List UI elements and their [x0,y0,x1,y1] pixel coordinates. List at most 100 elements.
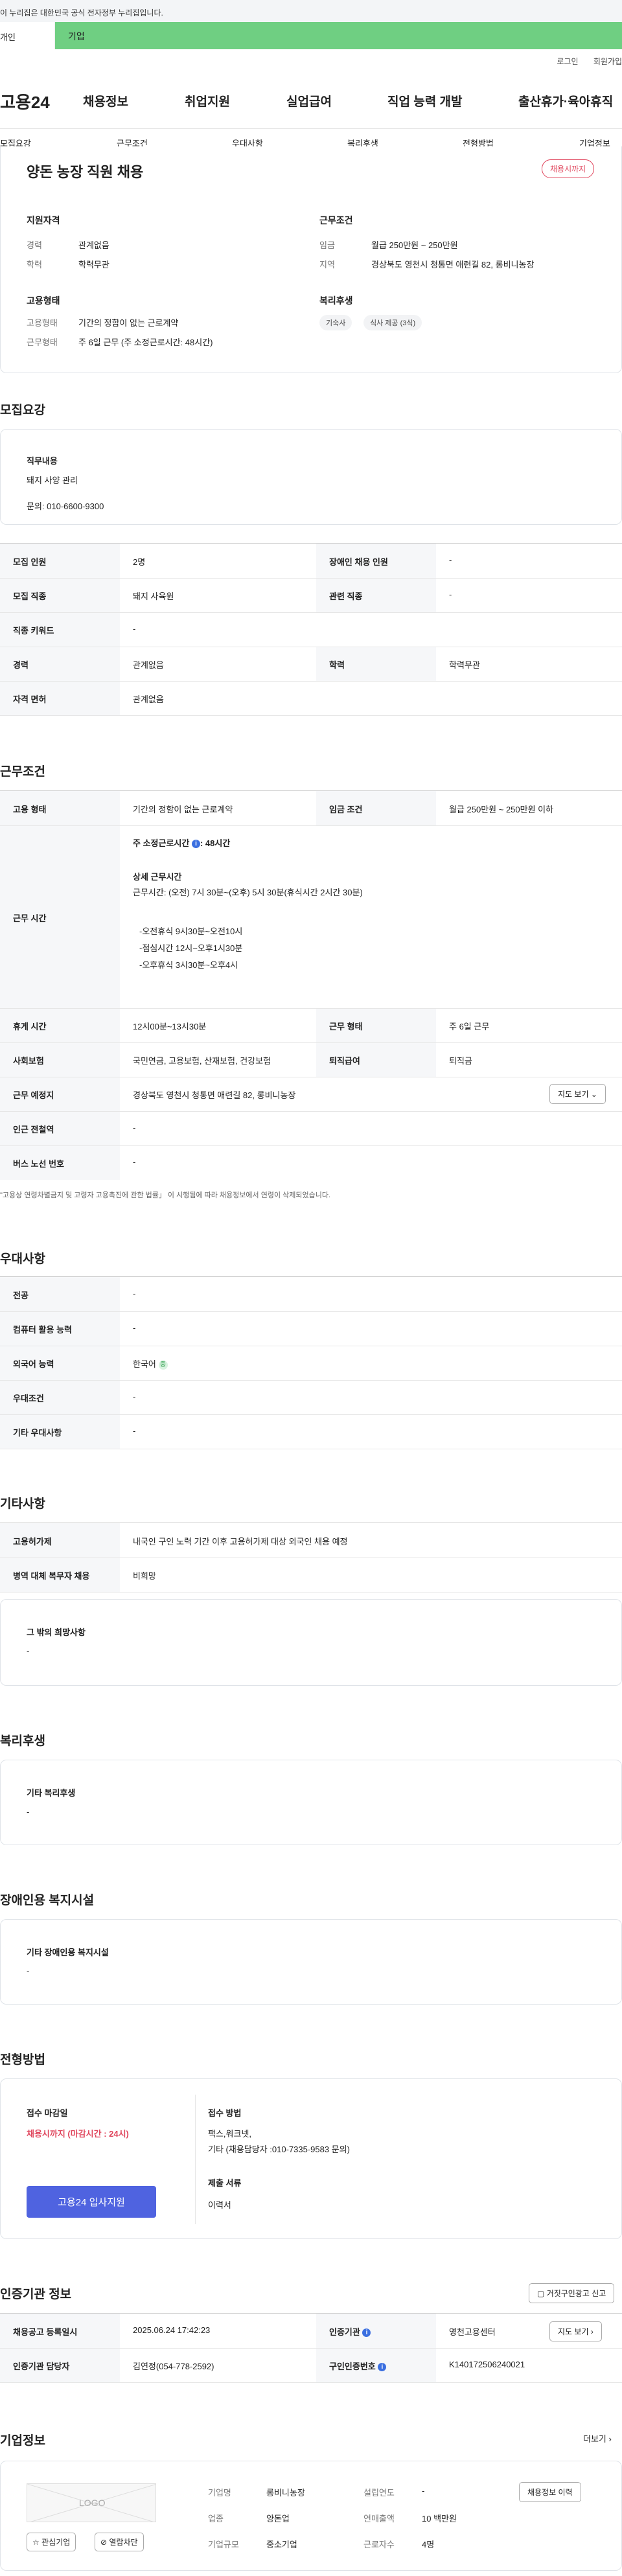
welfare-box-value: - [27,1807,30,1817]
conditions-heading: 근무조건 [319,215,353,225]
nav-item-employment-support[interactable]: 취업지원 [185,92,230,109]
major-label: 전공 [13,1291,29,1300]
info-icon[interactable]: i [362,2329,371,2338]
block-company-button[interactable]: ⊘ 열람차단 [95,2533,144,2551]
site-logo[interactable]: 고용24 [0,89,50,113]
work-form-label: 근무형태 [27,338,58,347]
weekly-hours-value: : 48시간 [200,838,231,848]
industry-label: 업종 [208,2514,224,2524]
emp-type-label: 고용형태 [27,318,58,328]
agency-map-label: 지도 보기 [558,2327,589,2336]
company-name-value: 롱비니농장 [266,2488,305,2498]
recruit-count-value: 2명 [133,557,146,567]
founded-value: - [422,2486,425,2496]
rest-time-label: 휴게 시간 [13,1022,47,1031]
workplace-value: 경상북도 영천시 청통면 애련길 82, 롱비니농장 [133,1090,296,1100]
chevron-down-icon: ⌄ [590,1090,597,1099]
agency-label-text: 인증기관 [329,2327,360,2337]
duty-heading: 직무내용 [27,456,58,466]
recruit-count-label: 모집 인원 [13,557,47,567]
method-text-1: 팩스,워크넷, [208,2129,252,2139]
language-label: 외국어 능력 [13,1359,54,1369]
welfare-card: 기타 복리후생 - [0,1760,622,1845]
work-hours-label: 근무 시간 [13,914,47,923]
status-badge: 채용시까지 [542,159,595,178]
pref-condition-label: 우대조건 [13,1394,44,1403]
bus-value: - [133,1157,136,1167]
selection-card: 접수 마감일 채용시까지 (마감시간 : 24시) 고용24 입사지원 접수 방… [0,2078,622,2239]
insurance-value: 국민연금, 고용보험, 산재보험, 건강보험 [133,1056,271,1066]
cert-section-title: 인증기관 정보 [0,2288,72,2301]
map-button[interactable]: 지도 보기 ⌄ [549,1084,606,1104]
career-label: 경력 [27,240,42,250]
pay-value: 월급 250만원 ~ 250만원 [371,240,458,250]
tab-company[interactable]: 기업 [55,22,622,49]
etc-table: 고용허가제 내국인 구인 노력 기간 이후 고용허가제 대상 외국인 채용 예정… [0,1523,622,1593]
chevron-right-icon: › [590,2327,593,2336]
break-afternoon: -오후휴식 3시30분~오후4시 [139,960,238,970]
recruit-table: 모집 인원 2명 장애인 채용 인원 - 모집 직종 돼지 사육원 관련 직종 … [0,543,622,716]
nav-item-job-training[interactable]: 직업 능력 개발 [387,92,462,109]
star-icon: ☆ [32,2538,40,2547]
industry-value: 양돈업 [266,2514,290,2524]
nav-item-maternity-leave[interactable]: 출산휴가·육아휴직 [518,92,613,109]
area-label: 지역 [319,260,335,270]
tab-personal[interactable]: 개인 [0,22,55,49]
job-category-value: 돼지 사육원 [133,592,174,601]
agency-map-button[interactable]: 지도 보기 › [549,2321,602,2341]
preference-section-title: 우대사항 [0,1252,45,1266]
military-value: 비희망 [133,1571,156,1581]
education-row-value: 학력무관 [449,660,480,670]
company-card: LOGO ☆ 관심기업 ⊘ 열람차단 기업명 롱비니농장 설립연도 - 업종 양… [0,2461,622,2571]
cert-no-value: K140172506240021 [449,2360,525,2369]
related-job-label: 관련 직종 [329,592,363,601]
company-more-label: 더보기 [583,2434,606,2444]
military-label: 병역 대체 복무자 채용 [13,1571,90,1581]
nav-item-unemployment-benefit[interactable]: 실업급여 [286,92,332,109]
disabled-card: 기타 장애인용 복지시설 - [0,1919,622,2005]
block-label: 열람차단 [109,2538,138,2547]
disabled-count-label: 장애인 채용 인원 [329,557,388,567]
agency-label: 인증기관 i [329,2325,371,2338]
deadline-heading: 접수 마감일 [27,2108,68,2118]
method-text-2: 기타 (채용담당자 :010-7335-9583 문의) [208,2145,350,2154]
map-button-label: 지도 보기 [558,1090,589,1099]
job-history-button[interactable]: 채용정보 이력 [519,2482,581,2502]
major-value: - [133,1289,136,1298]
info-icon[interactable]: i [191,840,200,849]
duty-text: 돼지 사양 관리 [27,476,78,485]
cert-table: 채용공고 등록일시 2025.06.24 17:42:23 인증기관 i 영천고… [0,2313,622,2383]
career-value: 관계없음 [78,240,109,250]
report-button[interactable]: ▢ 거짓구인광고 신고 [529,2283,615,2303]
duty-inquiry: 문의: 010-6600-9300 [27,501,104,511]
welfare-section-title: 복리후생 [0,1734,45,1748]
disabled-count-value: - [449,555,452,565]
user-type-band: 개인 기업 [0,22,622,49]
favorite-company-button[interactable]: ☆ 관심기업 [27,2533,76,2551]
break-lunch: -점심시간 12시~오후1시30분 [139,943,243,953]
job-summary-card: 양돈 농장 직원 채용 채용시까지 지원자격 경력 관계없음 학력 학력무관 근… [0,146,622,373]
workplace-label: 근무 예정지 [13,1090,54,1100]
station-value: - [133,1123,136,1133]
cond-type-value: 기간의 정함이 없는 근로계약 [133,805,233,814]
apply-button[interactable]: 고용24 입사지원 [27,2186,156,2218]
document-icon: ▢ [537,2289,545,2298]
rest-time-value: 12시00분~13시30분 [133,1022,207,1031]
company-more-link[interactable]: 더보기 › [583,2432,612,2444]
login-link[interactable]: 로그인 [557,57,578,66]
permit-value: 내국인 구인 노력 기간 이후 고용허가제 대상 외국인 채용 예정 [133,1537,348,1547]
work-form-value: 주 6일 근무 (주 소정근로시간: 48시간) [78,338,213,347]
cond-pay-value: 월급 250만원 ~ 250만원 이하 [449,805,554,814]
info-icon[interactable]: i [378,2363,387,2372]
license-label: 자격 면허 [13,695,47,704]
nav-item-jobs[interactable]: 채용정보 [83,92,128,109]
signup-link[interactable]: 회원가입 [593,57,622,66]
company-section-title: 기업정보 [0,2434,45,2448]
language-level-badge: 중 [158,1360,168,1370]
block-icon: ⊘ [100,2538,108,2547]
welfare-chip-meal: 식사 제공 (3식) [363,315,422,330]
cond-pay-label: 임금 조건 [329,805,363,814]
career-row-value: 관계없음 [133,660,164,670]
disabled-box-heading: 기타 장애인용 복지시설 [27,1948,109,1957]
manager-label: 인증기관 담당자 [13,2362,70,2371]
